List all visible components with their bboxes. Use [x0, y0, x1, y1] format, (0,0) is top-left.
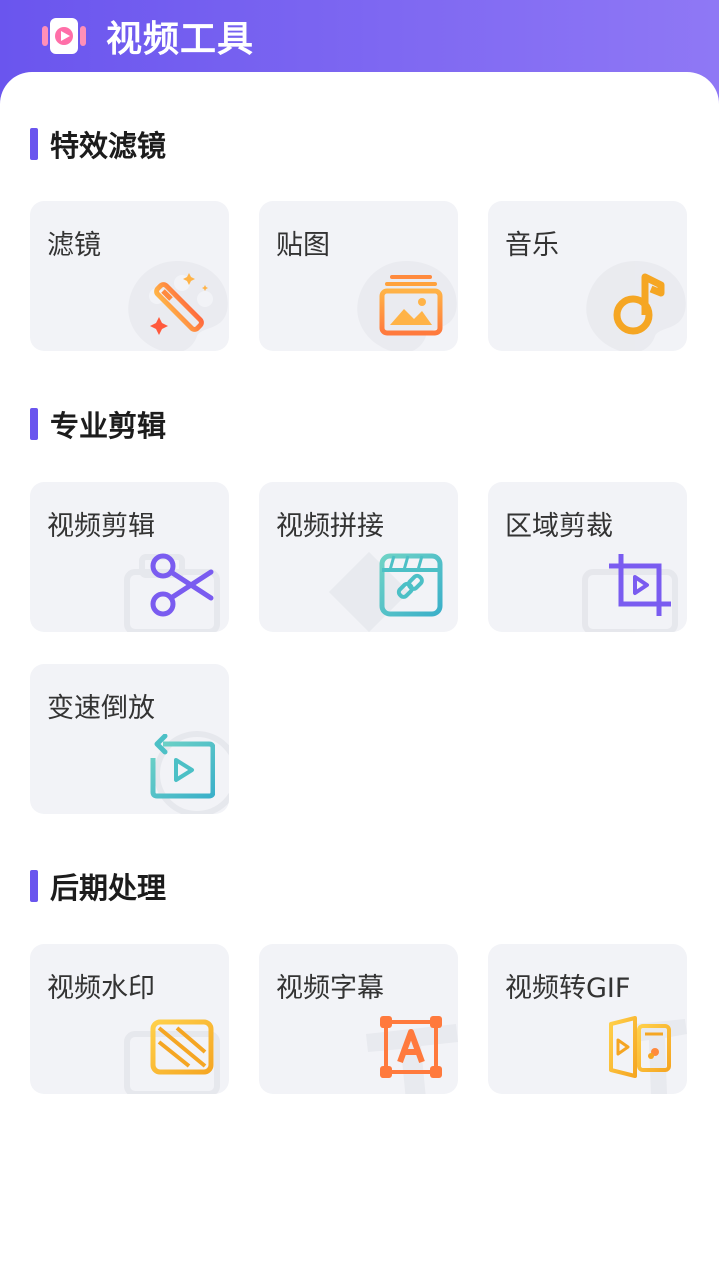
music-note-icon: [613, 273, 665, 335]
section-post-title: 后期处理: [30, 868, 166, 905]
magic-wand-icon: [150, 273, 208, 335]
replay-video-icon: [150, 734, 215, 799]
text-box-icon: [380, 1016, 442, 1078]
tool-to-gif[interactable]: 视频转GIF: [488, 944, 687, 1094]
image-stack-icon: [379, 275, 443, 336]
section-effects-title: 特效滤镜: [30, 126, 166, 163]
tool-watermark[interactable]: 视频水印: [30, 944, 229, 1094]
tool-area-crop[interactable]: 区域剪裁: [488, 482, 687, 632]
tool-subtitle[interactable]: 视频字幕: [259, 944, 458, 1094]
tool-filter[interactable]: 滤镜: [30, 201, 229, 351]
tool-sticker[interactable]: 贴图: [259, 201, 458, 351]
tools-panel: 特效滤镜 滤镜 贴图 音乐 专业剪辑 视频剪辑 视频拼接 区域剪裁 变速倒放 后…: [0, 72, 719, 1280]
tool-speed-reverse[interactable]: 变速倒放: [30, 664, 229, 814]
app-header: 视频工具: [0, 0, 719, 72]
crop-icon: [609, 554, 671, 616]
section-editing-title: 专业剪辑: [30, 406, 166, 443]
gif-convert-icon: [609, 1016, 671, 1078]
film-link-icon: [379, 553, 443, 617]
tool-video-merge[interactable]: 视频拼接: [259, 482, 458, 632]
scissors-icon: [150, 553, 214, 617]
watermark-icon: [150, 1019, 214, 1075]
tool-video-edit[interactable]: 视频剪辑: [30, 482, 229, 632]
video-app-icon: [42, 18, 86, 54]
page-title: 视频工具: [106, 19, 255, 60]
tool-music[interactable]: 音乐: [488, 201, 687, 351]
